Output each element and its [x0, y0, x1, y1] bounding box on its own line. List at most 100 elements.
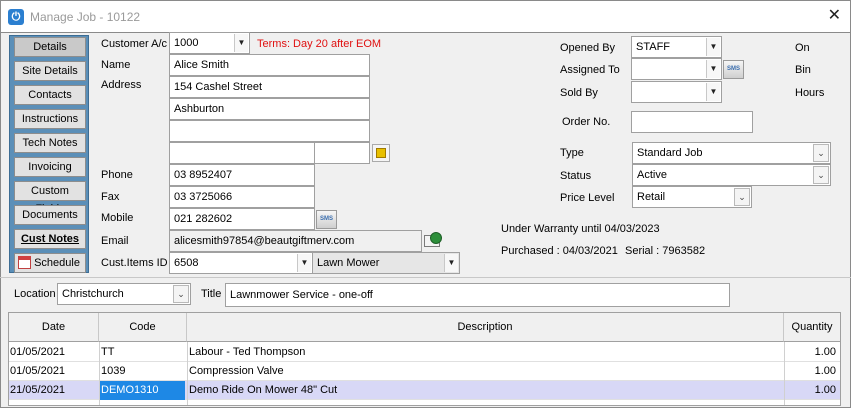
type-select[interactable]: Standard Job ⌄: [632, 142, 831, 164]
sidebar-item-label: Schedule: [34, 257, 80, 269]
sidebar-item-documents[interactable]: Documents: [14, 205, 86, 225]
chevron-down-icon[interactable]: ⌄: [173, 285, 189, 303]
divider: [0, 277, 851, 278]
chevron-down-icon[interactable]: ▼: [706, 83, 720, 101]
description-cell: Compression Valve: [189, 365, 284, 377]
table-row-selected[interactable]: 21/05/2021 DEMO1310 Demo Ride On Mower 4…: [9, 381, 840, 400]
opened-by-value: STAFF: [636, 41, 671, 53]
cust-items-id-value: 6508: [174, 257, 199, 269]
chevron-down-icon[interactable]: ▼: [297, 254, 311, 272]
price-level-select[interactable]: Retail ⌄: [632, 186, 752, 208]
assigned-to-select[interactable]: ▼: [631, 58, 722, 80]
sidebar-item-invoicing[interactable]: Invoicing: [14, 157, 86, 177]
column-divider: [99, 342, 100, 405]
location-label: Location: [14, 288, 56, 300]
date-cell: 01/05/2021: [10, 365, 66, 377]
order-no-field[interactable]: [631, 111, 753, 133]
job-lines-table: Date Code Description Quantity 01/05/202…: [8, 312, 841, 406]
quantity-cell: 1.00: [814, 365, 836, 377]
address-label: Address: [101, 79, 142, 91]
sidebar-item-tech-notes[interactable]: Tech Notes: [14, 133, 86, 153]
sidebar-item-custom-fields[interactable]: Custom Fields: [14, 181, 86, 215]
purchased-text: Purchased : 04/03/2021: [501, 245, 618, 257]
fax-field[interactable]: 03 3725066: [169, 186, 315, 208]
chevron-down-icon[interactable]: ▼: [444, 254, 458, 272]
chevron-down-icon[interactable]: ⌄: [813, 166, 829, 184]
email-field[interactable]: alicesmith97854@beautgiftmerv.com: [169, 230, 422, 252]
chevron-down-icon[interactable]: ▼: [706, 60, 720, 78]
sidebar-item-contacts[interactable]: Contacts: [14, 85, 86, 105]
chevron-down-icon[interactable]: ⌄: [813, 144, 829, 162]
status-select[interactable]: Active ⌄: [632, 164, 831, 186]
column-header-description[interactable]: Description: [187, 313, 784, 342]
assigned-to-label: Assigned To: [560, 64, 620, 76]
chevron-down-icon[interactable]: ⌄: [734, 188, 750, 206]
close-icon[interactable]: ✕: [828, 8, 841, 24]
chevron-down-icon[interactable]: ▼: [234, 34, 248, 52]
sold-by-label: Sold By: [560, 87, 598, 99]
hours-label: Hours: [795, 87, 825, 99]
sidebar-item-instructions[interactable]: Instructions: [14, 109, 86, 129]
type-value: Standard Job: [637, 147, 703, 159]
code-cell: TT: [101, 346, 115, 358]
description-cell: Labour - Ted Thompson: [189, 346, 306, 358]
customer-account-label: Customer A/c: [101, 38, 168, 50]
description-cell: Demo Ride On Mower 48" Cut: [189, 384, 338, 396]
column-header-date[interactable]: Date: [9, 313, 99, 342]
sidebar: Details Site Details Contacts Instructio…: [9, 35, 89, 273]
address-line3-field[interactable]: [169, 120, 370, 142]
address-lookup-icon[interactable]: [372, 144, 390, 162]
fax-label: Fax: [101, 191, 120, 203]
address-line2-field[interactable]: Ashburton: [169, 98, 370, 120]
opened-by-select[interactable]: STAFF ▼: [631, 36, 722, 58]
address-line1-field[interactable]: 154 Cashel Street: [169, 76, 370, 98]
quantity-cell: 1.00: [814, 346, 836, 358]
table-row[interactable]: 01/05/2021 TT Labour - Ted Thompson 1.00: [9, 343, 840, 362]
opened-by-label: Opened By: [560, 42, 616, 54]
chevron-down-icon[interactable]: ▼: [706, 38, 720, 56]
warranty-text: Under Warranty until 04/03/2023: [501, 223, 660, 235]
phone-field[interactable]: 03 8952407: [169, 164, 315, 186]
sms-icon[interactable]: SMS: [723, 60, 744, 79]
app-power-icon: ⏻: [8, 9, 24, 25]
cust-items-desc-select[interactable]: Lawn Mower ▼: [312, 252, 460, 274]
calendar-icon: [18, 256, 31, 269]
code-cell: 1039: [101, 365, 126, 377]
customer-account-value: 1000: [174, 37, 199, 49]
quantity-cell: 1.00: [814, 384, 836, 396]
on-label: On: [795, 42, 810, 54]
date-cell: 01/05/2021: [10, 346, 66, 358]
title-label: Title: [201, 288, 222, 300]
phone-label: Phone: [101, 169, 133, 181]
price-level-label: Price Level: [560, 192, 615, 204]
date-cell: 21/05/2021: [10, 384, 66, 396]
cust-items-desc-value: Lawn Mower: [317, 257, 380, 269]
column-header-code[interactable]: Code: [99, 313, 187, 342]
table-row[interactable]: 01/05/2021 1039 Compression Valve 1.00: [9, 362, 840, 381]
address-line4-field[interactable]: [169, 142, 315, 164]
location-select[interactable]: Christchurch ⌄: [57, 283, 191, 305]
map-icon: [376, 148, 386, 158]
sidebar-item-schedule[interactable]: Schedule: [14, 253, 86, 273]
price-level-value: Retail: [637, 191, 666, 203]
type-label: Type: [560, 147, 584, 159]
window-title: Manage Job - 10122: [30, 10, 141, 24]
terms-text: Terms: Day 20 after EOM: [257, 38, 382, 50]
name-field[interactable]: Alice Smith: [169, 54, 370, 76]
mobile-label: Mobile: [101, 212, 134, 224]
sidebar-item-cust-notes[interactable]: Cust Notes: [14, 229, 86, 249]
send-email-icon[interactable]: [423, 231, 443, 250]
title-field[interactable]: Lawnmower Service - one-off: [225, 283, 730, 307]
status-label: Status: [560, 170, 592, 182]
sidebar-item-site-details[interactable]: Site Details: [14, 61, 86, 81]
code-cell-editing[interactable]: DEMO1310: [99, 381, 185, 400]
postcode-field[interactable]: [314, 142, 370, 164]
customer-account-select[interactable]: 1000 ▼: [169, 32, 250, 54]
sms-icon[interactable]: SMS: [316, 210, 337, 229]
column-divider: [187, 342, 188, 405]
cust-items-id-select[interactable]: 6508 ▼: [169, 252, 313, 274]
sidebar-item-details[interactable]: Details: [14, 37, 86, 57]
column-header-quantity[interactable]: Quantity: [784, 313, 840, 342]
mobile-field[interactable]: 021 282602: [169, 208, 315, 230]
sold-by-select[interactable]: ▼: [631, 81, 722, 103]
